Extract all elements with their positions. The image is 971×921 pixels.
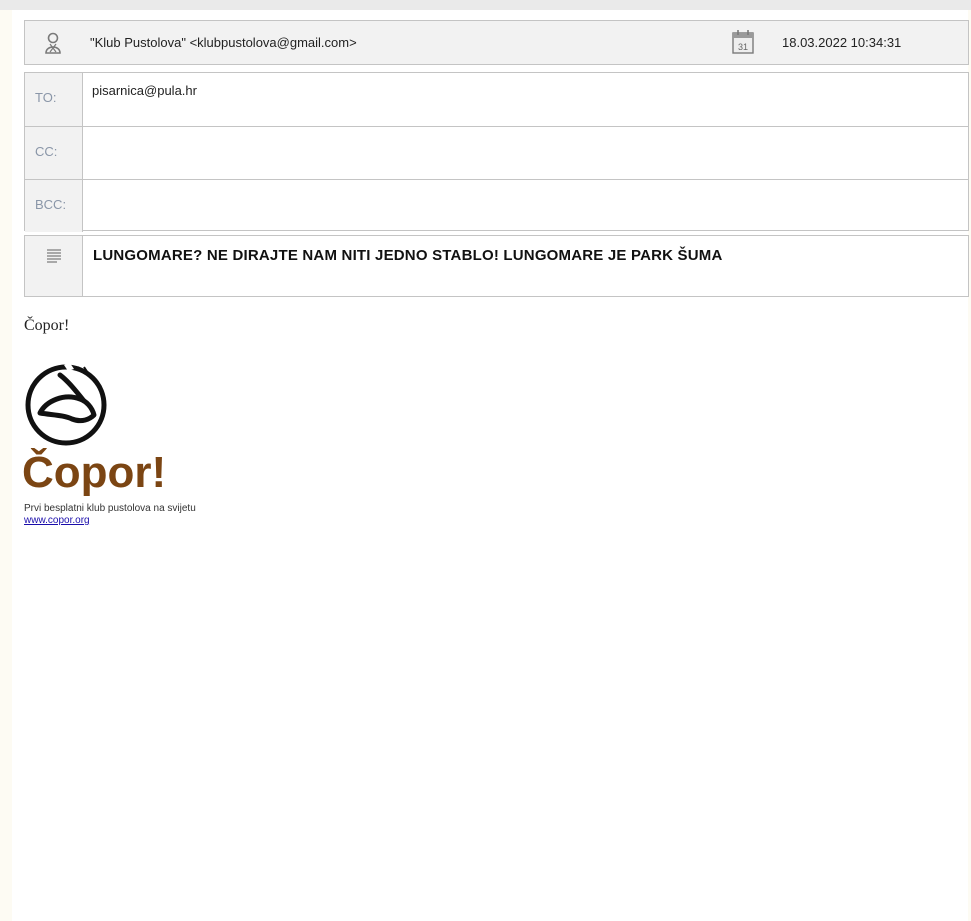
- left-margin: [0, 10, 12, 921]
- to-value[interactable]: pisarnica@pula.hr: [92, 83, 197, 98]
- sender-address[interactable]: "Klub Pustolova" <klubpustolova@gmail.co…: [90, 35, 357, 50]
- sender-icon: [25, 21, 83, 64]
- sent-date: 18.03.2022 10:34:31: [782, 35, 902, 50]
- bcc-label: BCC:: [35, 197, 67, 212]
- logo-wordmark: Čopor!: [22, 448, 167, 497]
- to-row: TO: pisarnica@pula.hr: [25, 73, 968, 126]
- cc-row: CC:: [25, 126, 968, 179]
- signature-tagline: Prvi besplatni klub pustolova na svijetu: [24, 503, 196, 514]
- recipients-table: TO: pisarnica@pula.hr CC: BCC:: [24, 72, 969, 232]
- bcc-label-cell: BCC:: [25, 180, 83, 232]
- message-greeting: Čopor!: [24, 317, 70, 334]
- window-top-strip: [0, 0, 971, 10]
- copor-logo: [25, 363, 107, 446]
- subject-lines-icon: [25, 236, 83, 296]
- bcc-row: BCC:: [25, 179, 968, 232]
- cc-label: CC:: [35, 144, 58, 159]
- to-label-cell: TO:: [25, 73, 83, 126]
- calendar-icon: 31: [732, 30, 754, 54]
- to-label: TO:: [35, 90, 57, 105]
- calendar-day: 31: [738, 42, 748, 52]
- from-header: "Klub Pustolova" <klubpustolova@gmail.co…: [24, 20, 969, 65]
- website-link[interactable]: www.copor.org: [24, 515, 90, 526]
- subject-text: LUNGOMARE? NE DIRAJTE NAM NITI JEDNO STA…: [93, 247, 723, 264]
- cc-label-cell: CC:: [25, 127, 83, 179]
- subject-box: LUNGOMARE? NE DIRAJTE NAM NITI JEDNO STA…: [24, 235, 969, 297]
